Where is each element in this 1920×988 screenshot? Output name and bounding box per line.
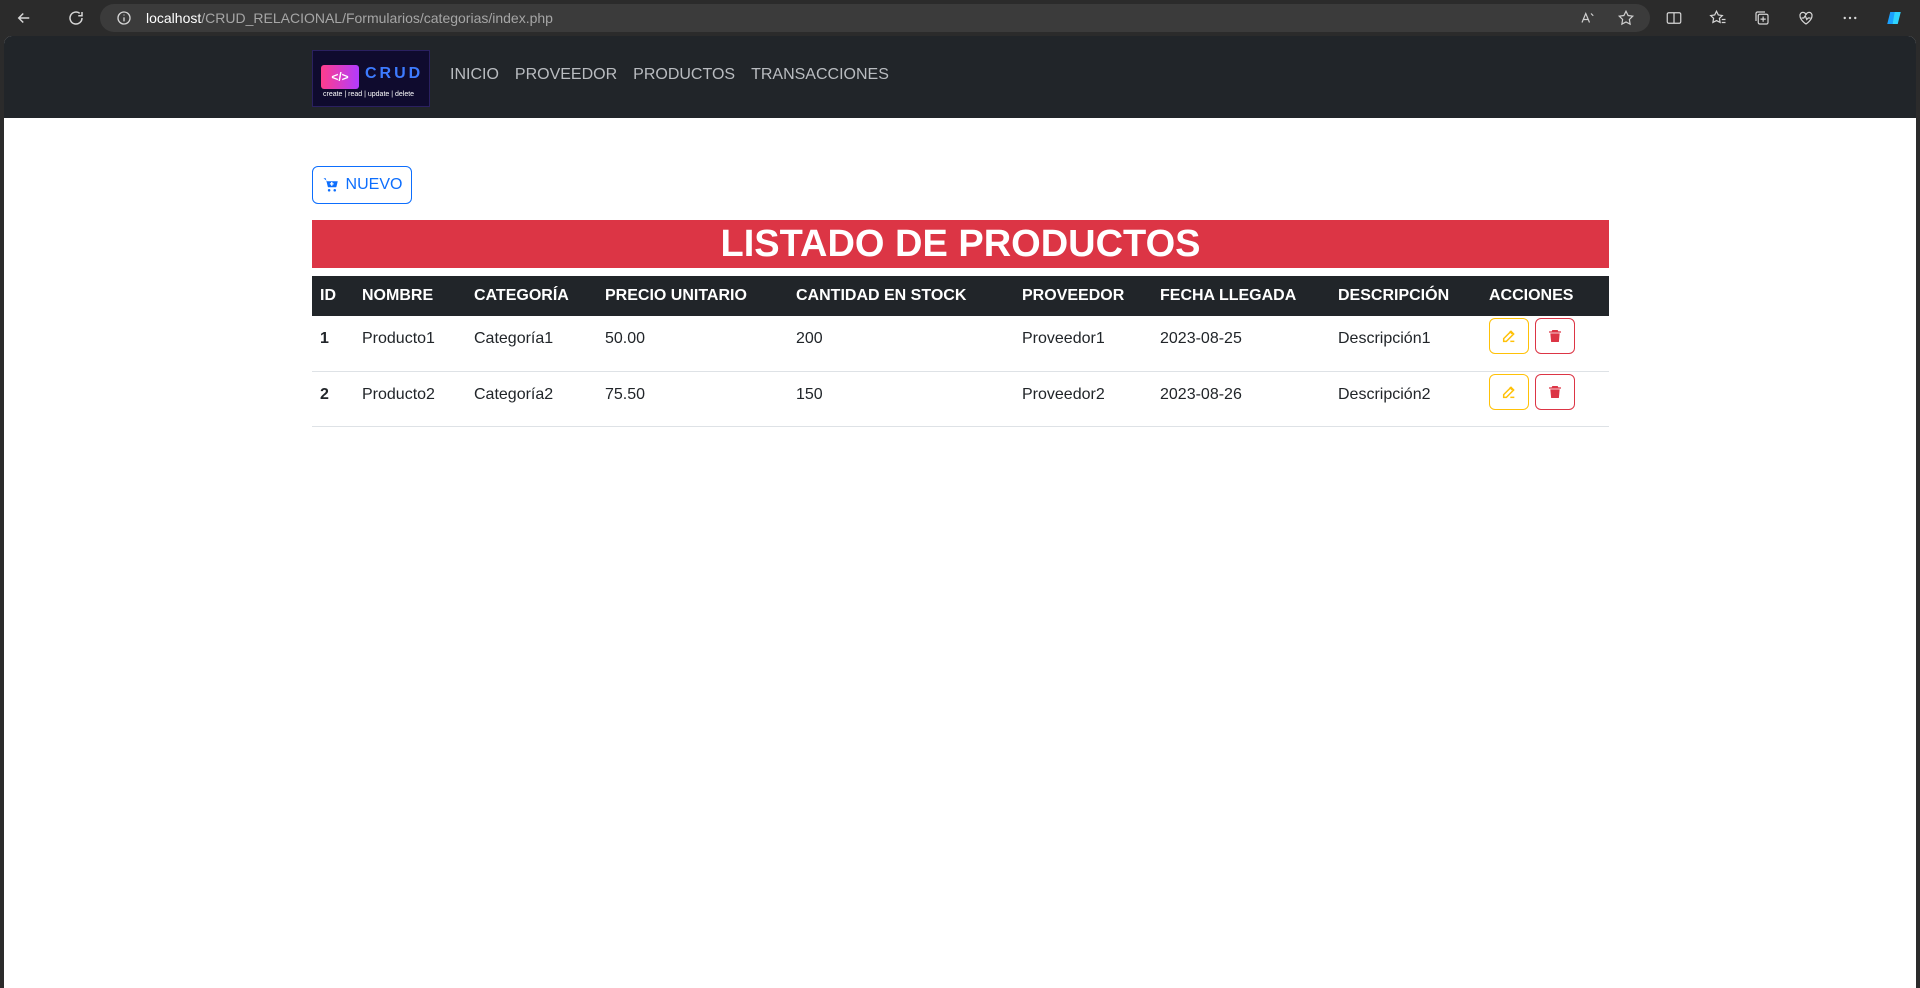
header-descripcion: DESCRIPCIÓN <box>1338 287 1450 304</box>
trash-icon <box>1549 385 1561 398</box>
cell-acciones <box>1481 371 1609 426</box>
cell-nombre: Producto2 <box>362 385 435 403</box>
table-header-row: ID NOMBRE CATEGORÍA PRECIO UNITARIO CANT… <box>312 276 1609 316</box>
cell-id: 2 <box>320 385 329 403</box>
header-fecha: FECHA LLEGADA <box>1160 287 1297 304</box>
split-screen-icon[interactable] <box>1660 4 1688 32</box>
cart-plus-icon <box>323 178 338 192</box>
cell-categoria: Categoría2 <box>474 385 554 403</box>
cell-id: 1 <box>320 330 329 347</box>
cell-precio: 75.50 <box>605 385 646 403</box>
cell-precio: 50.00 <box>605 330 646 347</box>
cell-proveedor: Proveedor2 <box>1022 385 1105 403</box>
cell-cantidad: 150 <box>796 385 823 403</box>
trash-icon <box>1549 330 1561 342</box>
cell-fecha: 2023-08-26 <box>1160 385 1242 403</box>
cell-acciones <box>1481 316 1609 371</box>
address-bar[interactable]: localhost/CRUD_RELACIONAL/Formularios/ca… <box>100 4 1650 32</box>
logo-word: CRUD <box>365 65 424 82</box>
logo-tagline: create | read | update | delete <box>323 91 415 98</box>
cell-descripcion: Descripción2 <box>1338 385 1431 403</box>
edit-button[interactable] <box>1489 373 1529 410</box>
browser-toolbar: localhost/CRUD_RELACIONAL/Formularios/ca… <box>0 0 1920 36</box>
top-navbar: </> CRUD create | read | update | delete… <box>4 36 1916 118</box>
cell-proveedor: Proveedor1 <box>1022 330 1105 347</box>
products-table: ID NOMBRE CATEGORÍA PRECIO UNITARIO CANT… <box>312 276 1609 427</box>
collections-icon[interactable] <box>1748 4 1776 32</box>
new-button-label: NUEVO <box>345 176 403 193</box>
favorite-star-icon[interactable] <box>1616 8 1636 28</box>
health-icon[interactable] <box>1792 4 1820 32</box>
cell-fecha: 2023-08-25 <box>1160 330 1242 347</box>
crud-logo[interactable]: </> CRUD create | read | update | delete <box>312 50 430 107</box>
edit-button[interactable] <box>1489 318 1529 354</box>
delete-button[interactable] <box>1535 373 1575 410</box>
info-icon[interactable] <box>116 10 132 26</box>
header-categoria: CATEGORÍA <box>474 287 569 304</box>
header-nombre: NOMBRE <box>362 287 434 304</box>
nav-link-productos[interactable]: PRODUCTOS <box>633 66 735 84</box>
header-cantidad: CANTIDAD EN STOCK <box>796 287 967 304</box>
nav-links: INICIO PROVEEDOR PRODUCTOS TRANSACCIONES <box>450 66 889 84</box>
nav-link-proveedor[interactable]: PROVEEDOR <box>515 66 617 84</box>
new-product-button[interactable]: NUEVO <box>312 166 412 204</box>
page-title: LISTADO DE PRODUCTOS <box>312 220 1609 268</box>
edit-icon <box>1502 385 1515 398</box>
back-icon[interactable] <box>10 4 38 32</box>
nav-link-inicio[interactable]: INICIO <box>450 66 499 84</box>
more-options-icon[interactable] <box>1836 4 1864 32</box>
read-aloud-icon[interactable] <box>1578 8 1598 28</box>
delete-button[interactable] <box>1535 318 1575 354</box>
favorites-icon[interactable] <box>1704 4 1732 32</box>
cell-nombre: Producto1 <box>362 330 435 347</box>
edit-icon <box>1502 330 1515 343</box>
cell-cantidad: 200 <box>796 330 823 347</box>
url-text: localhost/CRUD_RELACIONAL/Formularios/ca… <box>146 10 553 26</box>
nav-link-transacciones[interactable]: TRANSACCIONES <box>751 66 889 84</box>
header-id: ID <box>320 287 336 304</box>
header-precio: PRECIO UNITARIO <box>605 287 747 304</box>
table-row: 1 Producto1 Categoría1 50.00 200 Proveed… <box>312 316 1609 371</box>
cell-categoria: Categoría1 <box>474 330 554 347</box>
logo-code-symbol: </> <box>321 65 359 89</box>
reload-icon[interactable] <box>62 4 90 32</box>
cell-descripcion: Descripción1 <box>1338 330 1431 347</box>
page-viewport: </> CRUD create | read | update | delete… <box>4 36 1916 988</box>
header-proveedor: PROVEEDOR <box>1022 287 1125 304</box>
table-row: 2 Producto2 Categoría2 75.50 150 Proveed… <box>312 371 1609 426</box>
copilot-icon[interactable] <box>1880 4 1908 32</box>
header-acciones: ACCIONES <box>1489 287 1574 304</box>
